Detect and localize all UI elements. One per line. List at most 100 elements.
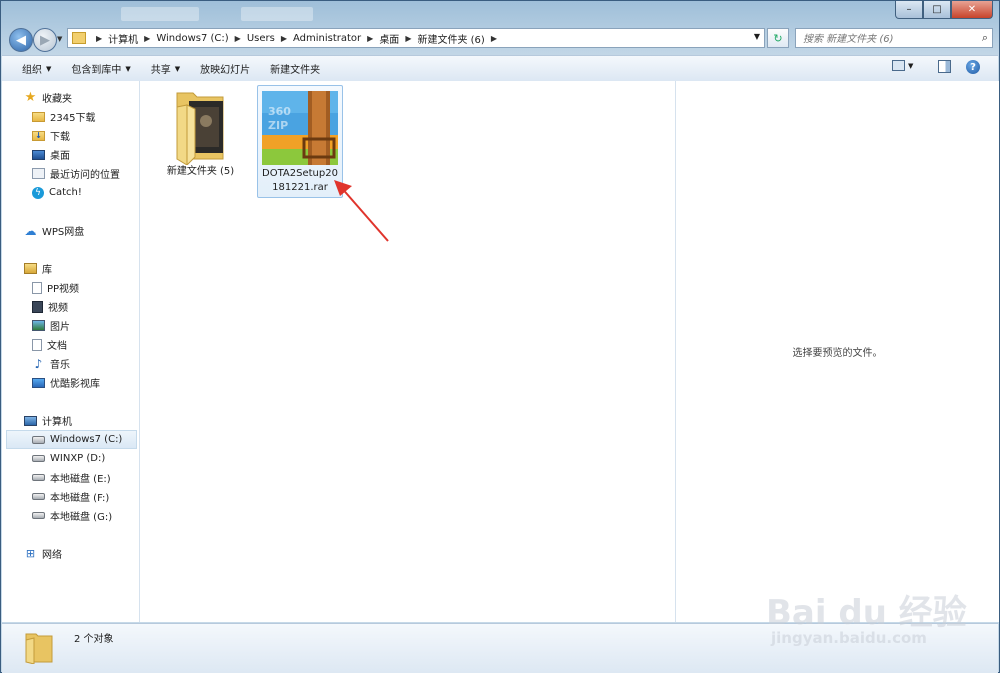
nav-item-youku-library[interactable]: 优酷影视库 xyxy=(2,373,139,392)
document-icon xyxy=(32,281,42,294)
breadcrumb-item[interactable]: 新建文件夹 (6) ▶ xyxy=(417,31,503,46)
background-tab xyxy=(241,7,313,21)
recent-pages-dropdown[interactable]: ▼ xyxy=(57,35,62,43)
recent-places-icon xyxy=(32,168,45,179)
computer-section: 计算机 Windows7 (C:) WINXP (D:) 本地磁盘 (E:) 本… xyxy=(2,411,139,525)
include-library-button[interactable]: 包含到库中 ▼ xyxy=(71,61,131,77)
nav-item-desktop[interactable]: 桌面 xyxy=(2,145,139,164)
nav-label: Windows7 (C:) xyxy=(50,434,123,445)
breadcrumb-item[interactable]: Windows7 (C:) ▶ xyxy=(156,33,247,44)
nav-label: 2345下载 xyxy=(50,113,96,124)
music-note-icon: ♪ xyxy=(34,356,43,371)
preview-pane-icon xyxy=(938,60,951,73)
chevron-right-icon[interactable]: ▶ xyxy=(491,34,497,43)
nav-label: 优酷影视库 xyxy=(50,379,100,390)
folder-thumbnail-icon xyxy=(173,87,229,167)
network-icon: ⊞ xyxy=(25,547,36,560)
breadcrumb-item[interactable]: Administrator ▶ xyxy=(293,33,379,44)
organize-button[interactable]: 组织 ▼ xyxy=(22,61,52,77)
chevron-right-icon[interactable]: ▶ xyxy=(144,34,150,43)
nav-item-videos[interactable]: 视频 xyxy=(2,297,139,316)
arrow-left-icon: ◀ xyxy=(16,32,26,48)
refresh-button[interactable]: ↻ xyxy=(767,28,789,48)
nav-label: WPS网盘 xyxy=(42,227,85,238)
hard-drive-icon xyxy=(32,493,45,500)
include-library-label: 包含到库中 xyxy=(71,65,122,76)
view-options-button[interactable]: ▼ xyxy=(892,60,913,71)
command-bar: 组织 ▼ 包含到库中 ▼ 共享 ▼ 放映幻灯片 新建文件夹 ▼ ? xyxy=(2,55,998,82)
new-folder-button[interactable]: 新建文件夹 xyxy=(270,61,320,76)
network-section: ⊞ 网络 xyxy=(2,544,139,563)
libraries-section: 库 PP视频 视频 图片 文档 ♪ 音乐 优酷影视库 xyxy=(2,259,139,392)
help-button[interactable]: ? xyxy=(966,60,980,74)
nav-computer[interactable]: 计算机 xyxy=(2,411,139,430)
close-button[interactable]: ✕ xyxy=(951,1,993,19)
file-item-folder[interactable]: 新建文件夹 (5) xyxy=(158,87,243,179)
minimize-button[interactable]: – xyxy=(895,1,923,19)
breadcrumb-item[interactable]: 桌面 ▶ xyxy=(379,31,417,46)
preview-pane: 选择要预览的文件。 xyxy=(675,81,999,622)
maximize-button[interactable]: □ xyxy=(923,1,951,19)
nav-item-recent-places[interactable]: 最近访问的位置 xyxy=(2,164,139,183)
slideshow-label: 放映幻灯片 xyxy=(200,65,251,76)
nav-item-drive-c[interactable]: Windows7 (C:) xyxy=(6,430,137,449)
title-bar: – □ ✕ xyxy=(1,1,999,23)
folder-stack-icon xyxy=(24,630,54,665)
svg-text:ZIP: ZIP xyxy=(268,119,288,132)
youku-library-icon xyxy=(32,377,45,388)
nav-item-pictures[interactable]: 图片 xyxy=(2,316,139,335)
chevron-right-icon[interactable]: ▶ xyxy=(96,34,102,43)
breadcrumb-label: Users xyxy=(246,32,275,44)
chevron-right-icon[interactable]: ▶ xyxy=(281,34,287,43)
nav-item-drive-e[interactable]: 本地磁盘 (E:) xyxy=(2,468,139,487)
slideshow-button[interactable]: 放映幻灯片 xyxy=(200,61,250,76)
nav-favorites[interactable]: ★ 收藏夹 xyxy=(2,88,139,107)
chevron-down-icon: ▼ xyxy=(46,64,52,73)
nav-item-drive-g[interactable]: 本地磁盘 (G:) xyxy=(2,506,139,525)
nav-item-music[interactable]: ♪ 音乐 xyxy=(2,354,139,373)
breadcrumb-label: 新建文件夹 (6) xyxy=(417,34,485,46)
share-button[interactable]: 共享 ▼ xyxy=(151,61,180,77)
preview-pane-button[interactable] xyxy=(938,60,951,73)
new-folder-label: 新建文件夹 xyxy=(270,65,321,76)
search-input[interactable] xyxy=(801,30,975,48)
nav-item-2345-downloads[interactable]: 2345下载 xyxy=(2,107,139,126)
hard-drive-icon xyxy=(32,512,45,519)
baidu-watermark: Bai du 经验 xyxy=(766,593,967,633)
breadcrumb-item[interactable]: 计算机 ▶ xyxy=(108,31,156,46)
nav-wps-cloud[interactable]: ☁ WPS网盘 xyxy=(2,221,139,240)
breadcrumb-item[interactable]: Users ▶ xyxy=(247,33,293,44)
back-button[interactable]: ◀ xyxy=(9,28,33,52)
nav-libraries[interactable]: 库 xyxy=(2,259,139,278)
arrow-right-icon: ▶ xyxy=(40,32,50,48)
nav-item-drive-f[interactable]: 本地磁盘 (F:) xyxy=(2,487,139,506)
nav-network[interactable]: ⊞ 网络 xyxy=(2,544,139,563)
nav-label: 库 xyxy=(42,265,52,276)
hard-drive-icon xyxy=(32,474,45,481)
nav-item-catch[interactable]: ϟ Catch! xyxy=(2,183,139,202)
nav-label: 本地磁盘 (F:) xyxy=(50,493,110,504)
preview-message: 选择要预览的文件。 xyxy=(792,348,883,359)
address-dropdown-icon[interactable]: ▼ xyxy=(754,32,760,41)
nav-item-documents[interactable]: 文档 xyxy=(2,335,139,354)
chevron-down-icon: ▼ xyxy=(125,64,131,73)
main-area: ★ 收藏夹 2345下载 ↓ 下载 桌面 最近访问的位置 ϟ Catch! ☁ WPS网… xyxy=(2,81,999,622)
hard-drive-icon xyxy=(32,455,45,462)
file-name: 新建文件夹 (5) xyxy=(166,166,235,177)
chevron-right-icon[interactable]: ▶ xyxy=(235,34,241,43)
forward-button[interactable]: ▶ xyxy=(33,28,57,52)
cloud-icon: ☁ xyxy=(24,223,37,238)
nav-item-drive-d[interactable]: WINXP (D:) xyxy=(2,449,139,468)
nav-label: WINXP (D:) xyxy=(50,453,106,464)
search-icon[interactable]: ⌕ xyxy=(982,31,988,45)
film-icon xyxy=(32,300,43,313)
nav-item-downloads[interactable]: ↓ 下载 xyxy=(2,126,139,145)
nav-item-pp-video[interactable]: PP视频 xyxy=(2,278,139,297)
nav-label: 视频 xyxy=(48,303,68,314)
archive-graphic: 360 ZIP xyxy=(262,91,338,165)
nav-label: 计算机 xyxy=(42,417,72,428)
chevron-right-icon[interactable]: ▶ xyxy=(367,34,373,43)
chevron-right-icon[interactable]: ▶ xyxy=(405,34,411,43)
downloads-folder-icon: ↓ xyxy=(32,130,45,141)
address-bar[interactable]: ▶ 计算机 ▶ Windows7 (C:) ▶ Users ▶ Administrat… xyxy=(67,28,765,48)
